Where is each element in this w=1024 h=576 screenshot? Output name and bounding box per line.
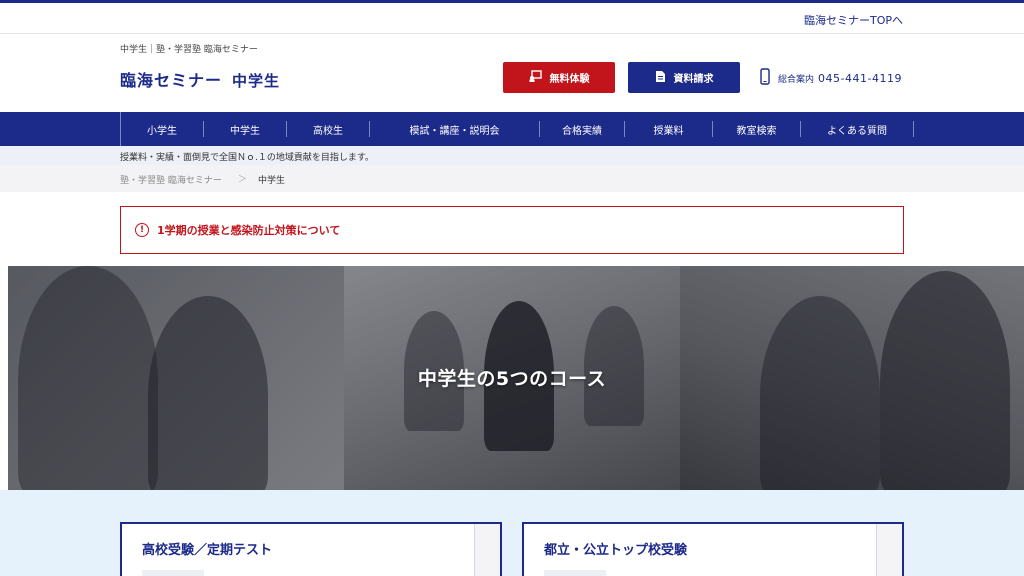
main-navigation: 小学生 中学生 高校生 模試・講座・説明会 合格実績 授業料 教室検索 よくある…: [0, 112, 1024, 146]
covid-notice-link[interactable]: ! 1学期の授業と感染防止対策について: [120, 206, 904, 254]
sub-tagline: 授業料・実績・面倒見で全国Ｎｏ.１の地域貢献を目指します。: [120, 153, 374, 163]
nav-item-results[interactable]: 合格実績: [540, 121, 625, 137]
document-icon: [655, 70, 666, 86]
breadcrumb-home[interactable]: 塾・学習塾 臨海セミナー: [120, 173, 222, 186]
alert-icon: !: [135, 223, 149, 237]
nav-item-high-school[interactable]: 高校生: [287, 121, 370, 137]
presentation-icon: [529, 70, 542, 85]
rinkai-top-link[interactable]: 臨海セミナーTOPへ: [804, 12, 903, 28]
course-title: 都立・公立トップ校受験: [544, 543, 688, 558]
notice-text: 1学期の授業と感染防止対策について: [157, 224, 341, 237]
logo-text: 臨海セミナー: [120, 71, 223, 90]
nav-item-tuition[interactable]: 授業料: [625, 121, 713, 137]
course-title: 高校受験／定期テスト: [142, 543, 273, 558]
phone-number: 045-441-4119: [818, 71, 902, 85]
nav-item-faq[interactable]: よくある質問: [801, 121, 914, 137]
free-trial-button[interactable]: 無料体験: [503, 62, 615, 93]
logo-subtitle: 中学生: [232, 72, 281, 90]
contact-label: 総合案内: [778, 74, 815, 85]
breadcrumb-separator: ＞: [238, 175, 248, 185]
sub-tagline-bar: 授業料・実績・面倒見で全国Ｎｏ.１の地域貢献を目指します。: [0, 146, 1024, 165]
site-header: 中学生｜塾・学習塾 臨海セミナー 臨海セミナー 中学生 無料体験 資料請求 総合案…: [0, 34, 1024, 112]
nav-item-exams-seminars[interactable]: 模試・講座・説明会: [370, 121, 540, 137]
course-card[interactable]: 都立・公立トップ校受験: [522, 522, 904, 576]
course-card[interactable]: 高校受験／定期テスト: [120, 522, 502, 576]
courses-section: 高校受験／定期テスト 都立・公立トップ校受験: [0, 490, 1024, 576]
breadcrumb-current: 中学生: [258, 176, 286, 186]
breadcrumb: 塾・学習塾 臨海セミナー ＞ 中学生: [0, 165, 1024, 192]
site-logo[interactable]: 臨海セミナー 中学生: [120, 67, 280, 91]
nav-item-elementary[interactable]: 小学生: [121, 121, 204, 137]
hero-title: 中学生の5つのコース: [417, 368, 607, 390]
mobile-phone-icon: [760, 68, 770, 88]
hero-banner: 中学生の5つのコース: [8, 266, 1024, 490]
nav-item-junior-high[interactable]: 中学生: [204, 121, 287, 137]
header-tagline: 中学生｜塾・学習塾 臨海セミナー: [120, 45, 258, 55]
request-documents-button[interactable]: 資料請求: [628, 62, 740, 93]
contact-info[interactable]: 総合案内 045-441-4119: [760, 68, 902, 88]
free-trial-label: 無料体験: [549, 74, 590, 85]
top-bar: 臨海セミナーTOPへ: [0, 3, 1024, 34]
request-documents-label: 資料請求: [673, 74, 714, 85]
nav-item-classroom-search[interactable]: 教室検索: [713, 121, 801, 137]
